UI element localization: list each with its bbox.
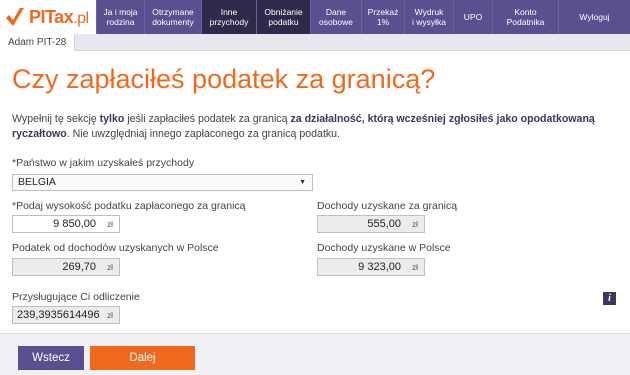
income-abroad-label: Dochody uzyskane za granicą [317, 200, 458, 212]
tax-paid-value[interactable]: 9 850,00 [13, 216, 101, 232]
sub-tab-bar: Adam PIT-28 [0, 34, 630, 51]
tax-poland-label: Podatek od dochodów uzyskanych w Polsce [12, 242, 219, 254]
next-button[interactable]: Dalej [90, 346, 195, 370]
deduction-label: Przysługujące Ci odliczenie [12, 291, 140, 303]
income-poland-label: Dochody uzyskane w Polsce [317, 242, 451, 254]
check-logo-icon [6, 8, 24, 26]
unit-label: zł [107, 262, 113, 272]
nav-item-taxpayer-account[interactable]: Konto Podatnika [492, 0, 558, 34]
nav-item-documents[interactable]: Otrzymane dokumenty [144, 0, 201, 34]
back-button[interactable]: Wstecz [18, 346, 84, 370]
nav-item-print-send[interactable]: Wydruk i wysyłka [404, 0, 453, 34]
country-label: *Państwo w jakim uzyskałeś przychody [12, 157, 195, 169]
nav-item-family[interactable]: Ja i moja rodzina [96, 0, 144, 34]
pitax-logo[interactable]: PITax.pl [0, 0, 96, 34]
tab-adam-pit28[interactable]: Adam PIT-28 [0, 34, 76, 51]
logo-text: PITax.pl [29, 6, 89, 27]
income-abroad-field: 555,00 zł [317, 215, 425, 233]
nav-item-logout[interactable]: Wyloguj [558, 0, 630, 34]
income-poland-value: 9 323,00 [318, 259, 406, 275]
unit-label: zł [107, 219, 113, 229]
tax-poland-value: 269,70 [13, 259, 101, 275]
country-select[interactable]: BELGIA ▼ [12, 174, 313, 191]
intro-text: Wypełnij tę sekcję tylko jeśli zapłaciłe… [12, 113, 595, 140]
nav-item-one-percent[interactable]: Przekaż 1% [361, 0, 404, 34]
nav-item-tax-reduction[interactable]: Obniżanie podatku [256, 0, 310, 34]
chevron-down-icon: ▼ [299, 179, 306, 186]
nav-item-personal-data[interactable]: Dane osobowe [310, 0, 361, 34]
tax-poland-field: 269,70 zł [12, 258, 120, 276]
unit-label: zł [107, 310, 113, 320]
tax-paid-field[interactable]: 9 850,00 zł [12, 215, 120, 233]
nav-item-upo[interactable]: UPO [453, 0, 492, 34]
income-abroad-value: 555,00 [318, 216, 406, 232]
top-nav-bar: PITax.pl Ja i moja rodzina Otrzymane dok… [0, 0, 630, 34]
deduction-field: 239,3935614496 zł [12, 306, 120, 324]
unit-label: zł [412, 219, 418, 229]
nav-item-other-income[interactable]: Inne przychody [201, 0, 256, 34]
main-nav: Ja i moja rodzina Otrzymane dokumenty In… [96, 0, 630, 34]
unit-label: zł [412, 262, 418, 272]
income-poland-field: 9 323,00 zł [317, 258, 425, 276]
tax-paid-label: *Podaj wysokość podatku zapłaconego za g… [12, 200, 246, 212]
page-title: Czy zapłaciłeś podatek za granicą? [12, 64, 436, 94]
deduction-value: 239,3935614496 [13, 307, 101, 323]
info-icon[interactable]: i [603, 292, 616, 305]
